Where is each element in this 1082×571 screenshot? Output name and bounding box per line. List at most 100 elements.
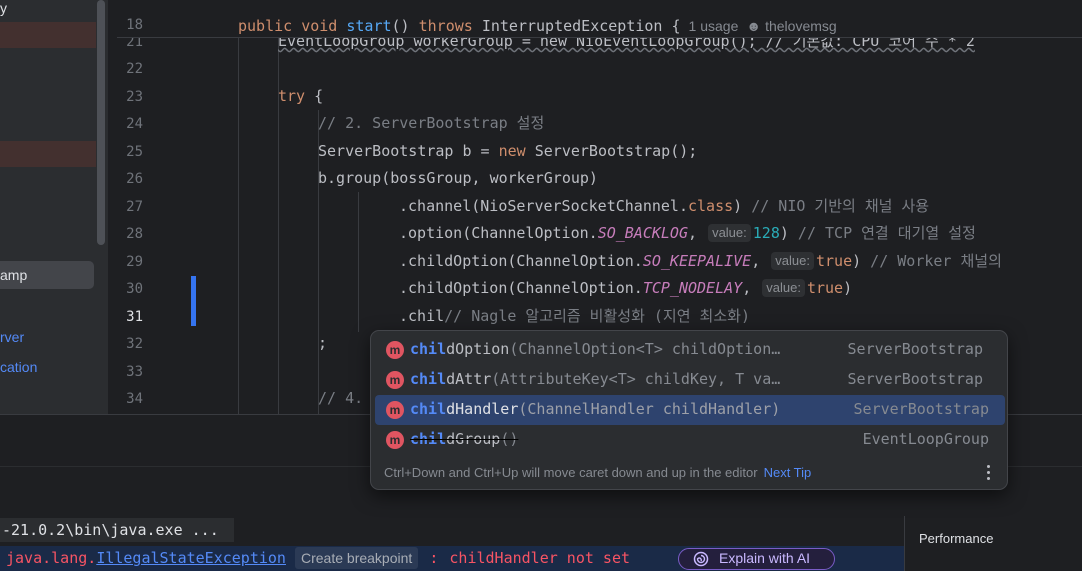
- exception-line: java.lang.IllegalStateException Create b…: [0, 546, 904, 571]
- method-icon: m: [386, 431, 404, 449]
- explain-with-ai-label: Explain with AI: [719, 550, 811, 566]
- code-line: .childOption(ChannelOption.TCP_NODELAY, …: [399, 278, 1082, 298]
- code-text: .chil: [399, 307, 445, 325]
- completion-name: dOption: [446, 340, 510, 358]
- project-panel-scrollbar[interactable]: [97, 0, 105, 245]
- completion-signature: (): [500, 430, 519, 448]
- more-options-icon[interactable]: [987, 465, 991, 481]
- code-text: .childOption(ChannelOption.: [399, 252, 643, 270]
- tree-item-selected[interactable]: amp: [0, 261, 94, 289]
- completion-return-type: EventLoopGroup: [862, 430, 989, 448]
- keyword: true: [806, 279, 844, 297]
- code-text: ): [843, 279, 853, 297]
- completion-return-type: ServerBootstrap: [847, 370, 983, 388]
- completion-return-type: ServerBootstrap: [853, 400, 989, 418]
- static-field: TCP_NODELAY: [642, 279, 743, 297]
- static-field: SO_KEEPALIVE: [642, 252, 752, 270]
- line-number-current: 31: [126, 309, 143, 325]
- method-icon: m: [386, 371, 404, 389]
- code-line: ServerBootstrap b = new ServerBootstrap(…: [318, 141, 1082, 161]
- tree-item-link[interactable]: rver: [0, 329, 24, 345]
- ai-spiral-icon: [693, 551, 709, 567]
- run-command-line[interactable]: -21.0.2\bin\java.exe ...: [0, 518, 234, 542]
- code-text: ,: [751, 252, 770, 270]
- line-number: 32: [126, 336, 143, 352]
- parameter-hint: value:: [762, 279, 805, 297]
- tree-item-link[interactable]: cation: [0, 359, 37, 375]
- vcs-change-marker[interactable]: [191, 276, 196, 326]
- completion-name: dHandler: [446, 400, 519, 418]
- exception-class-link[interactable]: IllegalStateException: [96, 549, 286, 567]
- comment: // 2. ServerBootstrap 설정: [318, 114, 545, 132]
- code-text: ,: [742, 279, 761, 297]
- usages-link[interactable]: 1 usage: [689, 18, 739, 34]
- completion-item[interactable]: m childAttr(AttributeKey<T> childKey, T …: [375, 365, 1005, 395]
- keyword: try: [278, 87, 306, 105]
- static-field: SO_BACKLOG: [597, 224, 688, 242]
- keyword: true: [815, 252, 853, 270]
- comment: // 4.: [318, 389, 364, 407]
- params: (): [391, 17, 410, 35]
- completion-footer: Ctrl+Down and Ctrl+Up will move caret do…: [371, 457, 1007, 489]
- completion-prefix: chil: [410, 400, 447, 418]
- brace: {: [671, 17, 681, 35]
- completion-item-deprecated[interactable]: m childGroup() EventLoopGroup: [375, 425, 1005, 455]
- code-text: ): [779, 224, 798, 242]
- line-number: 34: [126, 391, 143, 407]
- code-line: .childOption(ChannelOption.SO_KEEPALIVE,…: [399, 251, 1082, 271]
- sticky-code-line: public void start() throws InterruptedEx…: [238, 16, 1082, 36]
- comment: // TCP 연결 대기열 설정: [797, 224, 976, 242]
- code-text: ,: [688, 224, 707, 242]
- code-text: ServerBootstrap();: [525, 142, 698, 160]
- line-number: 18: [126, 17, 143, 33]
- exception-separator: :: [429, 549, 439, 567]
- code-text: ): [733, 197, 752, 215]
- line-number: 27: [126, 199, 143, 215]
- performance-title[interactable]: Performance: [919, 531, 993, 546]
- code-text: ): [852, 252, 871, 270]
- keyword: new: [498, 142, 526, 160]
- comment: // Nagle 알고리즘 비활성화 (지연 최소화): [444, 307, 750, 325]
- author-icon: ☻: [746, 18, 762, 34]
- performance-panel: Performance: [904, 516, 1082, 571]
- line-number: 24: [126, 116, 143, 132]
- parameter-hint: value:: [771, 252, 814, 270]
- indent-guide: [238, 38, 239, 414]
- code-text: b.group(bossGroup, workerGroup): [318, 169, 598, 187]
- code-text: .channel(NioServerSocketChannel.: [399, 197, 688, 215]
- create-breakpoint-button[interactable]: Create breakpoint: [295, 547, 419, 569]
- line-number: 28: [126, 226, 143, 242]
- code-line: // 2. ServerBootstrap 설정: [318, 113, 1082, 133]
- line-number: 30: [126, 281, 143, 297]
- code-line-current[interactable]: .chil// Nagle 알고리즘 비활성화 (지연 최소화): [399, 306, 1082, 326]
- completion-item[interactable]: m childOption(ChannelOption<T> childOpti…: [375, 335, 1005, 365]
- completion-item-selected[interactable]: m childHandler(ChannelHandler childHandl…: [375, 395, 1005, 425]
- line-number: 29: [126, 254, 143, 270]
- exception-package: java.lang.: [6, 549, 97, 567]
- line-number: 26: [126, 171, 143, 187]
- completion-hint-text: Ctrl+Down and Ctrl+Up will move caret do…: [384, 465, 758, 480]
- next-tip-link[interactable]: Next Tip: [764, 465, 812, 480]
- editor-scrollbar[interactable]: [1070, 0, 1082, 414]
- keyword: void: [301, 17, 338, 35]
- explain-with-ai-button[interactable]: Explain with AI: [678, 548, 835, 570]
- sticky-scroll-header[interactable]: 18 public void start() throws Interrupte…: [117, 0, 1082, 38]
- comment: // Worker 채널의: [870, 252, 1002, 270]
- comment: // NIO 기반의 채널 사용: [751, 197, 930, 215]
- code-text: ;: [318, 334, 328, 352]
- code-text: {: [305, 87, 324, 105]
- exception-type: InterruptedException: [481, 17, 663, 35]
- code-text: .option(ChannelOption.: [399, 224, 598, 242]
- completion-signature: (AttributeKey<T> childKey, T va…: [491, 370, 781, 388]
- keyword: public: [238, 17, 293, 35]
- exception-message: childHandler not set: [449, 549, 631, 567]
- method-name: start: [346, 17, 392, 35]
- code-completion-popup: m childOption(ChannelOption<T> childOpti…: [370, 330, 1008, 490]
- author-name[interactable]: thelovemsg: [765, 18, 837, 34]
- completion-prefix: chil: [410, 340, 447, 358]
- line-number: 23: [126, 89, 143, 105]
- tree-highlight-row: [0, 22, 96, 48]
- completion-signature: (ChannelOption<T> childOption…: [509, 340, 781, 358]
- tree-item-top[interactable]: y: [0, 0, 7, 16]
- method-icon: m: [386, 401, 404, 419]
